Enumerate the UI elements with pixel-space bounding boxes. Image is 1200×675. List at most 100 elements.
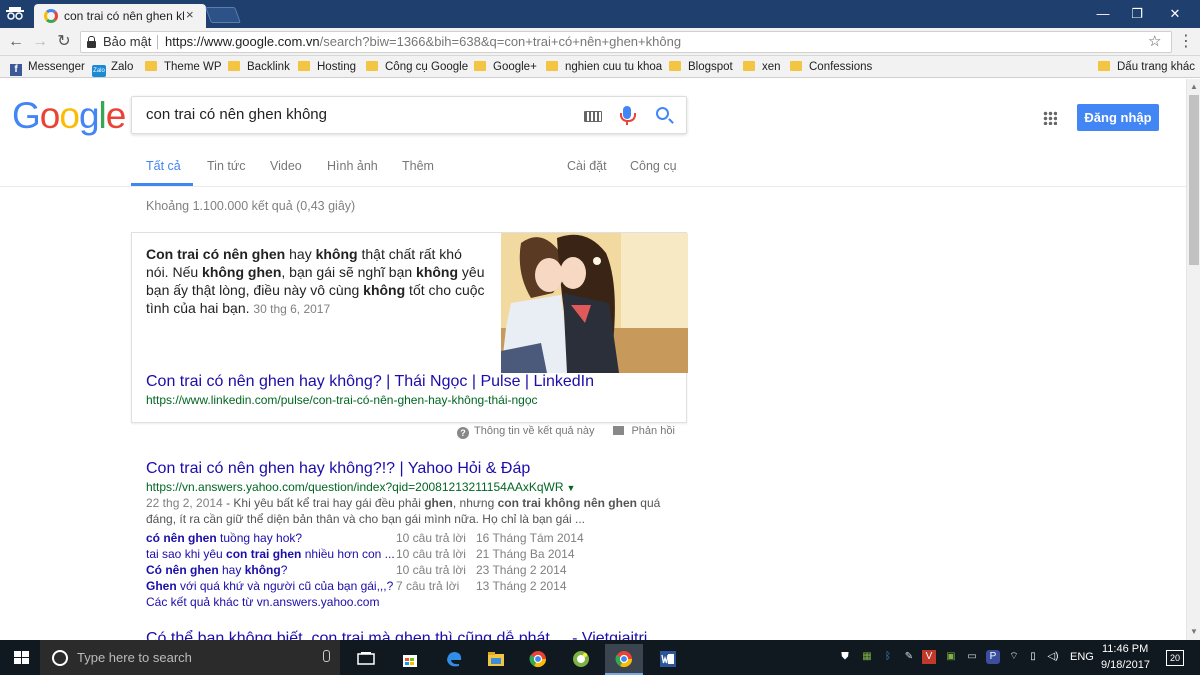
bookmark-folder-theme-wp[interactable]: Theme WP: [145, 59, 222, 75]
bookmark-zalo[interactable]: Zalo Zalo: [92, 59, 133, 77]
file-explorer-icon[interactable]: [477, 644, 515, 675]
result-url-text: https://vn.answers.yahoo.com/question/in…: [146, 480, 564, 494]
search-input[interactable]: [146, 106, 566, 123]
question-fragment: Có nên ghen: [146, 563, 219, 577]
microphone-icon[interactable]: [620, 106, 636, 122]
scrollbar-thumb[interactable]: [1189, 95, 1199, 265]
tab-video[interactable]: Video: [270, 159, 302, 173]
bookmark-messenger[interactable]: f Messenger: [10, 59, 85, 76]
new-tab-button[interactable]: [205, 7, 241, 23]
word-app-icon[interactable]: [649, 644, 687, 675]
bookmark-folder-cong-cu-google[interactable]: Công cụ Google: [366, 59, 468, 75]
feedback-icon: [613, 426, 625, 435]
related-question-link[interactable]: có nên ghen tuồng hay hok?: [146, 531, 302, 545]
logo-letter: o: [59, 95, 80, 136]
answer-count: 10 câu trả lời: [396, 531, 466, 545]
more-results-link[interactable]: Các kết quả khác từ vn.answers.yahoo.com: [146, 595, 379, 609]
related-question-link[interactable]: Ghen với quá khứ và người cũ của bạn gái…: [146, 579, 393, 593]
back-arrow-icon[interactable]: ←: [6, 32, 26, 52]
search-icon[interactable]: [656, 107, 669, 120]
page-scrollbar[interactable]: ▲ ▼: [1186, 79, 1200, 640]
google-logo[interactable]: Google: [12, 95, 126, 137]
address-bar[interactable]: Bảo mật https://www.google.com.vn/search…: [80, 31, 1172, 53]
minimize-button[interactable]: —: [1088, 4, 1118, 24]
wifi-tray-icon[interactable]: ⌔: [1007, 650, 1021, 664]
close-window-button[interactable]: ✕: [1160, 4, 1190, 24]
url-host: https://www.google.com.vn: [165, 34, 320, 49]
tab-news[interactable]: Tin tức: [207, 159, 245, 173]
bookmark-folder-confessions[interactable]: Confessions: [790, 59, 872, 75]
bookmark-folder-xen[interactable]: xen: [743, 59, 781, 75]
about-result-link[interactable]: Thông tin về kết quả này: [474, 425, 594, 437]
taskbar-microphone-icon[interactable]: [323, 650, 330, 662]
chrome-active-window-icon[interactable]: [605, 644, 643, 675]
related-question-link[interactable]: tai sao khi yêu con trai ghen nhiều hơn …: [146, 547, 395, 561]
volume-tray-icon[interactable]: ◁): [1046, 650, 1060, 664]
bookmark-folder-hosting[interactable]: Hosting: [298, 59, 356, 75]
snippet-fragment: , bạn gái sẽ nghĩ bạn: [281, 264, 417, 280]
tab-images[interactable]: Hình ảnh: [327, 159, 378, 173]
sync-tray-icon[interactable]: ▣: [944, 650, 958, 664]
task-view-button[interactable]: [347, 644, 385, 675]
question-fragment: có nên ghen: [146, 531, 217, 545]
active-tab-indicator: [131, 183, 193, 186]
p-app-tray-icon[interactable]: P: [986, 650, 1000, 664]
network-tray-icon[interactable]: ▦: [860, 650, 874, 664]
monitor-tray-icon[interactable]: ▭: [965, 650, 979, 664]
forward-arrow-icon[interactable]: →: [30, 32, 50, 52]
app-tray-icon[interactable]: ✎: [902, 650, 916, 664]
bookmark-folder-nghien-cuu[interactable]: nghien cuu tu khoa: [546, 59, 662, 75]
other-bookmarks[interactable]: Dấu trang khác: [1098, 59, 1195, 75]
anime-couple-image[interactable]: [501, 233, 688, 373]
battery-tray-icon[interactable]: ▯: [1026, 650, 1040, 664]
tab-more[interactable]: Thêm: [402, 159, 434, 173]
browser-tab-active[interactable]: con trai có nên ghen khô ×: [34, 4, 206, 28]
tab-close-icon[interactable]: ×: [186, 7, 194, 22]
url-dropdown-caret-icon[interactable]: ▼: [567, 483, 576, 493]
reload-icon[interactable]: ↻: [54, 32, 74, 52]
notification-center-icon[interactable]: 20: [1166, 650, 1184, 666]
taskbar-search-box[interactable]: Type here to search: [40, 640, 340, 675]
vietkey-tray-icon[interactable]: V: [922, 650, 936, 664]
bookmark-folder-google-plus[interactable]: Google+: [474, 59, 537, 75]
scroll-up-icon[interactable]: ▲: [1190, 82, 1198, 91]
coccoc-browser-icon[interactable]: [562, 644, 600, 675]
bookmark-folder-backlink[interactable]: Backlink: [228, 59, 290, 75]
result-title-link[interactable]: Con trai có nên ghen hay không?!? | Yaho…: [146, 460, 530, 478]
keyboard-icon[interactable]: [584, 111, 602, 122]
tab-title: con trai có nên ghen khô: [64, 9, 184, 23]
result-title-link[interactable]: Có thể bạn không biết, con trai mà ghen …: [146, 630, 647, 640]
bluetooth-tray-icon[interactable]: ᛒ: [881, 650, 895, 664]
scroll-down-icon[interactable]: ▼: [1190, 627, 1198, 636]
clock-time[interactable]: 11:46 PM: [1102, 643, 1148, 655]
secure-label: Bảo mật: [103, 34, 152, 49]
window-titlebar: con trai có nên ghen khô × — ❐ ✕: [0, 0, 1200, 28]
feedback-link[interactable]: Phản hồi: [631, 425, 674, 437]
related-question-link[interactable]: Có nên ghen hay không?: [146, 563, 287, 577]
edge-browser-icon[interactable]: [435, 644, 473, 675]
google-apps-icon[interactable]: [1043, 111, 1057, 125]
featured-result-title-link[interactable]: Con trai có nên ghen hay không? | Thái N…: [146, 373, 594, 391]
input-language[interactable]: ENG: [1070, 651, 1094, 663]
restore-button[interactable]: ❐: [1122, 4, 1152, 24]
tools-link[interactable]: Công cụ: [630, 159, 677, 173]
featured-result-url: https://www.linkedin.com/pulse/con-trai-…: [146, 393, 538, 407]
settings-link[interactable]: Cài đặt: [567, 159, 607, 173]
url-path: /search?biw=1366&bih=638&q=con+trai+có+n…: [319, 34, 682, 49]
chrome-menu-icon[interactable]: ⋮: [1178, 31, 1194, 51]
folder-icon: [743, 61, 755, 71]
clock-date[interactable]: 9/18/2017: [1101, 659, 1150, 671]
tab-all[interactable]: Tất cả: [146, 159, 181, 173]
result-url: https://vn.answers.yahoo.com/question/in…: [146, 480, 575, 494]
shield-tray-icon[interactable]: ⛊: [838, 650, 852, 664]
bookmark-star-icon[interactable]: ☆: [1148, 32, 1161, 50]
bookmark-label: xen: [762, 61, 781, 73]
chrome-icon[interactable]: [519, 644, 557, 675]
store-app-icon[interactable]: [391, 644, 429, 675]
sign-in-button[interactable]: Đăng nhập: [1077, 104, 1159, 131]
bookmark-folder-blogspot[interactable]: Blogspot: [669, 59, 733, 75]
cortana-icon: [52, 650, 68, 666]
windows-start-icon[interactable]: [14, 651, 29, 665]
logo-letter: g: [78, 95, 100, 136]
url-text[interactable]: https://www.google.com.vn/search?biw=136…: [165, 32, 681, 52]
